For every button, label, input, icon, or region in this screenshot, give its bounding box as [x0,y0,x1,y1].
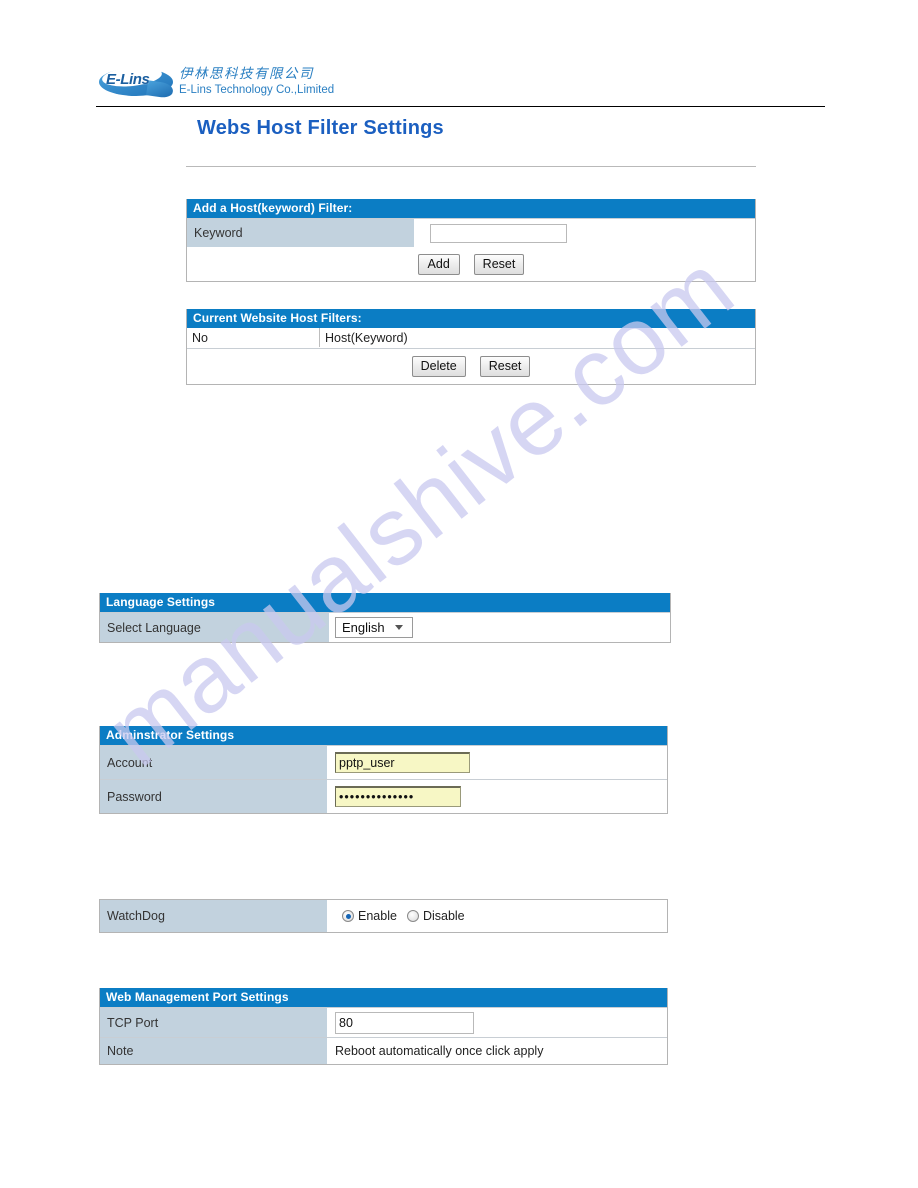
select-language-row: Select Language English [100,612,670,642]
radio-unselected-icon[interactable] [406,910,419,922]
current-filters-reset-button[interactable]: Reset [479,356,531,377]
language-settings-panel: Language Settings Select Language Englis… [99,593,671,643]
company-name-block: 伊林思科技有限公司 E-Lins Technology Co.,Limited [179,66,334,97]
keyword-label: Keyword [187,219,415,247]
delete-button[interactable]: Delete [411,356,466,377]
note-value: Reboot automatically once click apply [328,1038,667,1064]
current-filters-button-bar: Delete Reset [187,349,755,384]
filters-table-header-row: No Host(Keyword) [187,328,755,349]
watchdog-disable-label: Disable [422,909,465,923]
page-title: Webs Host Filter Settings [197,117,444,139]
password-label: Password [100,780,328,813]
administrator-settings-panel: Adminstrator Settings Account Password [99,726,668,814]
watchdog-row: WatchDog Enable Disable [100,900,667,932]
company-logo: E-Lins 伊林思科技有限公司 E-Lins Technology Co.,L… [99,63,334,106]
current-host-filters-panel: Current Website Host Filters: No Host(Ke… [186,309,756,385]
watchdog-radio-group: Enable Disable [333,909,465,923]
account-row: Account [100,745,667,779]
account-input[interactable] [335,752,470,773]
select-language-label: Select Language [100,613,330,642]
keyword-row: Keyword [187,218,755,247]
watchdog-panel: WatchDog Enable Disable [99,899,668,933]
title-divider [186,166,756,167]
password-input[interactable] [335,786,461,807]
watchdog-enable-option[interactable]: Enable [342,909,397,923]
administrator-settings-header: Adminstrator Settings [100,726,667,745]
tcp-port-row: TCP Port [100,1007,667,1037]
add-host-filter-panel: Add a Host(keyword) Filter: Keyword Add … [186,199,756,282]
account-value-cell [328,746,667,779]
web-management-port-header: Web Management Port Settings [100,988,667,1007]
add-filter-button-bar: Add Reset [187,247,755,281]
keyword-input[interactable] [430,223,567,243]
company-name-chinese: 伊林思科技有限公司 [179,66,314,82]
current-host-filters-header: Current Website Host Filters: [187,309,755,328]
watchdog-value-cell: Enable Disable [328,900,667,932]
note-row: Note Reboot automatically once click app… [100,1037,667,1064]
column-header-host-keyword: Host(Keyword) [325,330,408,345]
web-management-port-panel: Web Management Port Settings TCP Port No… [99,988,668,1065]
tcp-port-label: TCP Port [100,1008,328,1037]
add-button[interactable]: Add [417,253,460,275]
add-host-filter-header: Add a Host(keyword) Filter: [187,199,755,218]
watchdog-disable-option[interactable]: Disable [406,909,465,923]
watchdog-enable-label: Enable [358,909,397,923]
chevron-down-icon [394,625,403,630]
add-filter-reset-button[interactable]: Reset [473,253,525,275]
tcp-port-input[interactable] [335,1011,474,1034]
password-row: Password [100,779,667,813]
note-label: Note [100,1038,328,1064]
keyword-value-cell [415,219,755,247]
account-label: Account [100,746,328,779]
radio-selected-icon[interactable] [342,910,354,922]
company-name-english: E-Lins Technology Co.,Limited [179,84,335,96]
language-settings-header: Language Settings [100,593,670,612]
tcp-port-value-cell [328,1008,667,1037]
e-lins-logo-icon: E-Lins [99,63,174,100]
watchdog-label: WatchDog [100,900,328,932]
select-language-value-cell: English [330,613,670,642]
logo-wordmark: E-Lins [106,71,150,88]
header-divider [96,106,825,107]
language-select-value: English [342,620,385,635]
language-select[interactable]: English [335,617,413,638]
password-value-cell [328,780,667,813]
column-header-no: No [187,328,320,347]
